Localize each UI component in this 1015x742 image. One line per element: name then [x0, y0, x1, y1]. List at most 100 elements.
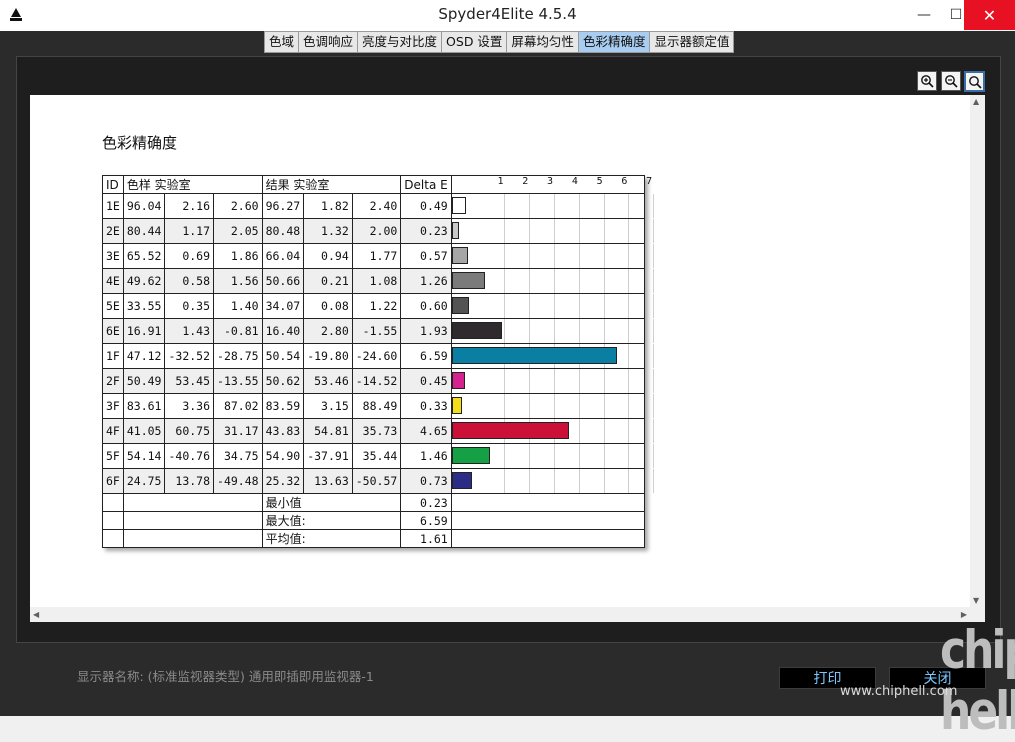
result-lab-value: 35.73: [351, 418, 402, 444]
result-lab-value: 80.48: [261, 218, 305, 244]
row-id: 2F: [102, 368, 124, 394]
stat-empty-cell: [122, 529, 263, 548]
chart-gridline: [504, 369, 506, 393]
chart-gridline: [578, 319, 580, 343]
result-lab-value: 1.32: [303, 218, 353, 244]
result-lab-value: 0.94: [303, 243, 353, 269]
chart-gridline: [504, 394, 506, 418]
scroll-right-icon[interactable]: ▶: [961, 610, 967, 619]
zoom-out-icon[interactable]: [941, 71, 961, 91]
result-lab-value: 43.83: [261, 418, 305, 444]
result-lab-value: 34.07: [261, 293, 305, 319]
stat-empty-cell: [122, 493, 263, 512]
tab-brightness-contrast[interactable]: 亮度与对比度: [358, 32, 443, 52]
result-lab-value: 13.63: [303, 468, 353, 494]
scroll-down-icon[interactable]: ▼: [973, 596, 979, 605]
chart-gridline: [628, 444, 630, 468]
tab-gamut[interactable]: 色域: [265, 32, 300, 52]
delta-e-bar-cell: [450, 218, 655, 244]
sample-lab-value: 96.04: [122, 193, 166, 219]
delta-e-bar: [451, 272, 485, 289]
stat-empty-cell: [102, 511, 124, 530]
sample-lab-value: 0.69: [164, 243, 215, 269]
chart-gridline: [529, 219, 531, 243]
delta-e-bar: [451, 472, 472, 489]
zoom-fit-icon[interactable]: [964, 71, 985, 92]
chart-gridline: [603, 369, 605, 393]
chart-gridline: [628, 244, 630, 268]
delta-e-bar: [451, 372, 465, 389]
tab-monitor-rating[interactable]: 显示器额定值: [650, 32, 733, 52]
chart-gridline: [603, 469, 605, 493]
vertical-scrollbar[interactable]: ▲ ▼: [970, 95, 985, 607]
header-result: 结果 实验室: [261, 175, 402, 194]
sample-lab-value: 49.62: [122, 268, 166, 294]
close-window-button[interactable]: ✕: [964, 0, 1015, 30]
sample-lab-value: 33.55: [122, 293, 166, 319]
chart-gridline: [554, 244, 556, 268]
row-id: 3F: [102, 393, 124, 419]
chart-gridline: [578, 269, 580, 293]
delta-e-bar-cell: [450, 193, 655, 219]
color-accuracy-table: ID 色样 实验室 结果 实验室 Delta E 1 2 3 4 5 6 7 1E 96.04…: [102, 175, 655, 548]
chart-gridline: [653, 319, 655, 343]
result-lab-value: 88.49: [351, 393, 402, 419]
chart-gridline: [504, 294, 506, 318]
chart-gridline: [529, 244, 531, 268]
header-delta-e: Delta E: [400, 175, 452, 194]
tab-osd-settings[interactable]: OSD 设置: [442, 32, 508, 52]
chart-gridline: [653, 269, 655, 293]
scroll-up-icon[interactable]: ▲: [973, 97, 979, 106]
stat-row: 平均值: 1.61: [102, 529, 645, 548]
header-sample: 色样 实验室: [122, 175, 263, 194]
table-row: 2F 50.49 53.45 -13.55 50.62 53.46 -14.52 0.45: [102, 368, 655, 394]
result-lab-value: 1.22: [351, 293, 402, 319]
sample-lab-value: -0.81: [213, 318, 263, 344]
result-lab-value: 50.62: [261, 368, 305, 394]
sample-lab-value: 60.75: [164, 418, 215, 444]
chart-gridline: [603, 269, 605, 293]
axis-tick-label: 5: [596, 176, 603, 187]
sample-lab-value: -28.75: [213, 343, 263, 369]
delta-e-bar: [451, 447, 490, 464]
chart-gridline: [603, 294, 605, 318]
delta-e-bar-cell: [450, 293, 655, 319]
result-lab-value: 0.08: [303, 293, 353, 319]
row-id: 4F: [102, 418, 124, 444]
window-title: Spyder4Elite 4.5.4: [438, 5, 577, 23]
result-lab-value: 96.27: [261, 193, 305, 219]
stat-empty-cell: [450, 493, 645, 512]
delta-e-bar-cell: [450, 368, 655, 394]
sample-lab-value: 47.12: [122, 343, 166, 369]
horizontal-scrollbar[interactable]: ◀ ▶: [30, 607, 970, 622]
sample-lab-value: 1.86: [213, 243, 263, 269]
tab-color-accuracy[interactable]: 色彩精确度: [578, 32, 651, 52]
scroll-left-icon[interactable]: ◀: [33, 610, 39, 619]
chart-gridline: [504, 319, 506, 343]
delta-e-bar: [451, 297, 469, 314]
tab-screen-uniformity[interactable]: 屏幕均匀性: [507, 32, 579, 52]
result-lab-value: 1.82: [303, 193, 353, 219]
result-lab-value: 53.46: [303, 368, 353, 394]
result-lab-value: -24.60: [351, 343, 402, 369]
tab-tone-response[interactable]: 色调响应: [299, 32, 359, 52]
delta-e-bar: [451, 197, 466, 214]
tab-bar: 色域 色调响应 亮度与对比度 OSD 设置 屏幕均匀性 色彩精确度 显示器额定值: [264, 31, 735, 53]
result-lab-value: 2.80: [303, 318, 353, 344]
stat-empty-cell: [102, 493, 124, 512]
zoom-in-icon[interactable]: [917, 71, 937, 91]
chart-gridline: [628, 394, 630, 418]
stat-label: 平均值:: [261, 529, 402, 548]
sample-lab-value: 2.60: [213, 193, 263, 219]
chart-gridline: [653, 344, 655, 368]
row-id: 5F: [102, 443, 124, 469]
chart-gridline: [554, 444, 556, 468]
watermark-url: www.chiphell.com: [840, 684, 958, 699]
monitor-name-label: 显示器名称: (标准监视器类型) 通用即插即用监视器-1: [77, 669, 374, 684]
sample-lab-value: 1.56: [213, 268, 263, 294]
delta-e-bar: [451, 322, 502, 339]
chart-gridline: [653, 444, 655, 468]
chart-gridline: [578, 194, 580, 218]
delta-e-bar-cell: [450, 468, 655, 494]
result-lab-value: 16.40: [261, 318, 305, 344]
